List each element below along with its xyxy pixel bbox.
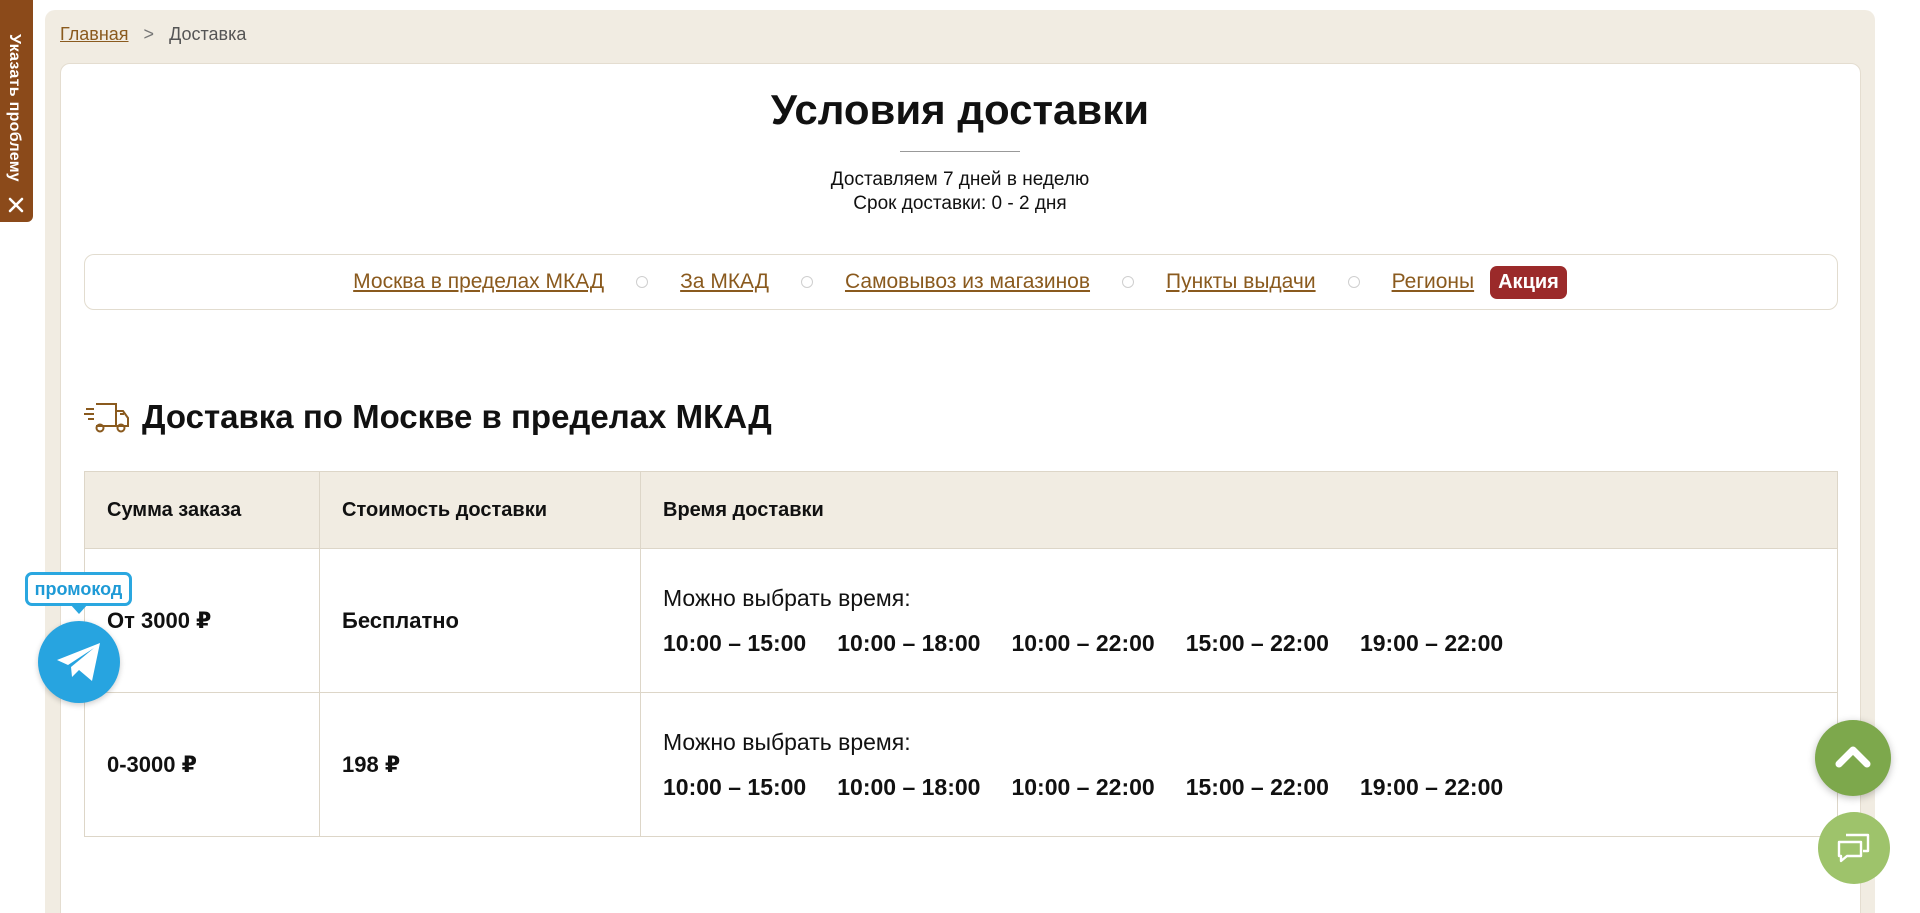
section-heading: Доставка по Москве в пределах МКАД — [84, 398, 772, 436]
tab-separator-dot — [800, 276, 813, 288]
tab-pickup-points[interactable]: Пункты выдачи — [1166, 270, 1316, 294]
tab-regions[interactable]: Регионы — [1392, 270, 1475, 294]
time-caption: Можно выбрать время: — [663, 584, 911, 611]
tab-moscow-mkad[interactable]: Москва в пределах МКАД — [353, 270, 604, 294]
scroll-to-top-button[interactable] — [1815, 720, 1891, 796]
time-slot: 10:00 – 15:00 — [663, 773, 807, 800]
close-icon[interactable] — [7, 196, 25, 214]
section-title: Доставка по Москве в пределах МКАД — [142, 398, 772, 435]
time-caption: Можно выбрать время: — [663, 728, 911, 755]
tab-separator-dot — [1347, 276, 1360, 288]
report-problem-label: Указать проблему — [6, 34, 23, 182]
title-divider — [900, 151, 1020, 152]
telegram-button[interactable] — [38, 621, 120, 703]
delivery-time-cell: Можно выбрать время: 10:00 – 15:00 10:00… — [640, 692, 1838, 837]
time-slot: 19:00 – 22:00 — [1359, 773, 1504, 800]
delivery-tabs: Москва в пределах МКАД За МКАД Самовывоз… — [0, 264, 1920, 300]
chat-icon — [1837, 833, 1870, 863]
telegram-promo-label[interactable]: промокод — [25, 572, 132, 614]
promo-badge[interactable]: Акция — [1490, 265, 1567, 299]
order-sum-cell: От 3000 ₽ — [84, 548, 320, 693]
chat-button[interactable] — [1818, 812, 1890, 884]
table-row: От 3000 ₽ Бесплатно Можно выбрать время:… — [84, 548, 1838, 693]
time-slot: 10:00 – 15:00 — [663, 629, 807, 656]
column-header-order-sum: Сумма заказа — [84, 471, 320, 549]
time-slot-list: 10:00 – 15:00 10:00 – 18:00 10:00 – 22:0… — [663, 774, 1815, 801]
delivery-truck-icon — [84, 403, 129, 433]
delivery-cost-cell: Бесплатно — [319, 548, 641, 693]
table-row: 0-3000 ₽ 198 ₽ Можно выбрать время: 10:0… — [84, 692, 1838, 837]
breadcrumb-home-link[interactable]: Главная — [60, 24, 129, 44]
time-slot: 10:00 – 22:00 — [1011, 629, 1155, 656]
column-header-delivery-cost: Стоимость доставки — [319, 471, 641, 549]
tab-store-pickup[interactable]: Самовывоз из магазинов — [845, 270, 1090, 294]
time-slot-list: 10:00 – 15:00 10:00 – 18:00 10:00 – 22:0… — [663, 630, 1815, 657]
order-sum-cell: 0-3000 ₽ — [84, 692, 320, 837]
delivery-days-text: Доставляем 7 дней в неделю — [830, 169, 1090, 190]
chevron-up-icon — [1835, 746, 1871, 768]
time-slot: 15:00 – 22:00 — [1185, 773, 1329, 800]
tab-separator-dot — [1122, 276, 1135, 288]
delivery-time-cell: Можно выбрать время: 10:00 – 15:00 10:00… — [640, 548, 1838, 693]
telegram-icon — [57, 643, 100, 681]
time-slot: 15:00 – 22:00 — [1185, 629, 1329, 656]
tab-separator-dot — [636, 276, 649, 288]
time-slot: 19:00 – 22:00 — [1359, 629, 1504, 656]
time-slot: 10:00 – 18:00 — [837, 773, 981, 800]
report-problem-tab[interactable]: Указать проблему — [0, 0, 33, 222]
delivery-term-text: Срок доставки: 0 - 2 дня — [853, 193, 1067, 214]
table-header-row: Сумма заказа Стоимость доставки Время до… — [84, 471, 1838, 549]
time-slot: 10:00 – 18:00 — [837, 629, 981, 656]
page-title: Условия доставки — [770, 86, 1150, 133]
page: Главная > Доставка Условия доставки Дост… — [0, 0, 1920, 913]
breadcrumb: Главная > Доставка — [60, 24, 246, 45]
delivery-cost-cell: 198 ₽ — [319, 692, 641, 837]
delivery-table: Сумма заказа Стоимость доставки Время до… — [84, 471, 1838, 837]
breadcrumb-separator: > — [143, 24, 155, 44]
column-header-delivery-time: Время доставки — [640, 471, 1838, 549]
tab-outside-mkad[interactable]: За МКАД — [680, 270, 769, 294]
breadcrumb-current: Доставка — [169, 24, 247, 44]
time-slot: 10:00 – 22:00 — [1011, 773, 1155, 800]
